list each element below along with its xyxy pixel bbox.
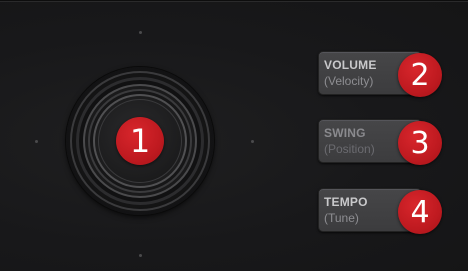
tempo-button-subtitle: (Tune) [324, 211, 359, 225]
callout-badge-swing: 3 [398, 121, 442, 165]
swing-button-subtitle: (Position) [324, 142, 375, 156]
volume-button-title: VOLUME [324, 58, 377, 72]
swing-button-title: SWING [324, 126, 366, 140]
tempo-button-title: TEMPO [324, 195, 368, 209]
encoder-marker-left [35, 140, 38, 143]
panel-top-edge [0, 1, 468, 2]
encoder-marker-right [251, 140, 254, 143]
callout-badge-encoder: 1 [116, 117, 164, 165]
encoder-marker-top [139, 31, 142, 34]
callout-badge-volume: 2 [398, 53, 442, 97]
callout-badge-tempo: 4 [398, 190, 442, 234]
volume-button-subtitle: (Velocity) [324, 74, 374, 88]
control-panel: 1 VOLUME (Velocity) 2 SWING (Position) 3… [0, 0, 468, 271]
encoder-marker-bottom [139, 254, 142, 257]
